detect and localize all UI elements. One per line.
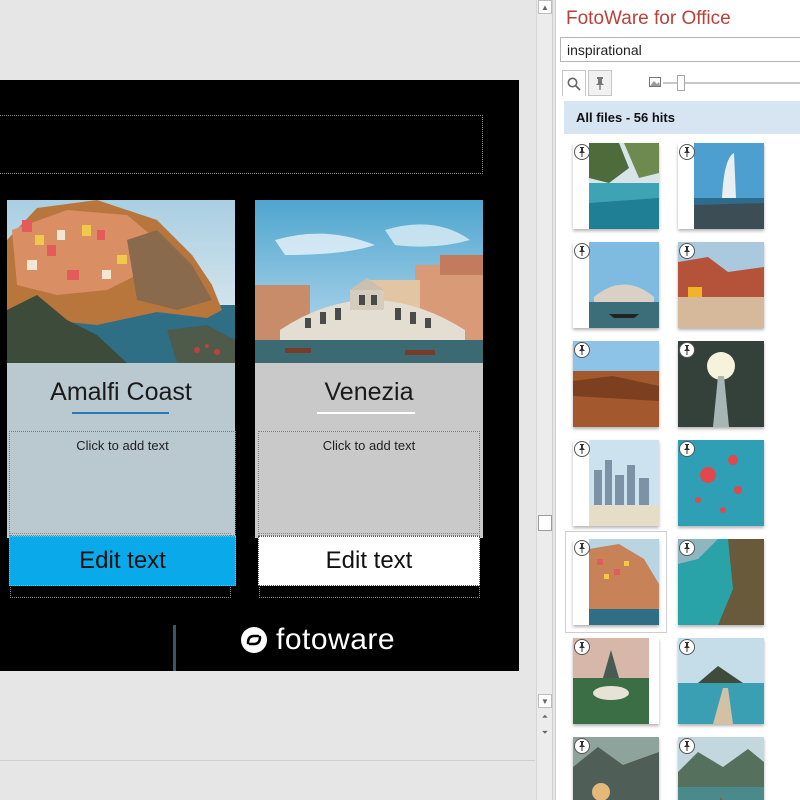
- image-size-icon: [649, 77, 661, 87]
- thumbnail-forest-bridge[interactable]: [678, 341, 764, 427]
- fotoware-task-pane: FotoWare for Office All files - 56 hits: [555, 0, 800, 800]
- thumbnail-buddha-statue[interactable]: [573, 638, 659, 724]
- pin-icon[interactable]: [574, 540, 590, 556]
- editor-vertical-scrollbar[interactable]: ▲ ▼ ⏶ ⏷: [536, 0, 553, 800]
- pin-icon[interactable]: [679, 342, 695, 358]
- amalfi-photo[interactable]: [7, 200, 235, 363]
- search-input[interactable]: [560, 37, 800, 62]
- thumbnail-canyon-sunset[interactable]: [573, 341, 659, 427]
- tab-search[interactable]: [562, 70, 586, 96]
- pin-icon[interactable]: [679, 738, 695, 754]
- pin-icon[interactable]: [679, 243, 695, 259]
- thumbnail-venice-gondola[interactable]: [573, 242, 659, 328]
- thumbnail-hot-air-balloons[interactable]: [678, 440, 764, 526]
- venezia-text-placeholder-label: Click to add text: [322, 438, 416, 453]
- pin-icon[interactable]: [574, 144, 590, 160]
- slider-thumb[interactable]: [677, 75, 685, 91]
- venezia-text-placeholder[interactable]: Click to add text: [258, 431, 480, 536]
- amalfi-text-placeholder-label: Click to add text: [76, 438, 169, 453]
- scroll-down-button[interactable]: ▼: [538, 694, 552, 708]
- double-chevron-down-icon: ⏷: [541, 728, 549, 737]
- slide-canvas[interactable]: Amalfi Coast Click to add text Edit text: [0, 80, 519, 671]
- double-chevron-up-icon: ⏶: [541, 712, 549, 721]
- thumbnail-lake-boat[interactable]: [678, 737, 764, 800]
- venezia-edit-text-button[interactable]: Edit text: [258, 536, 480, 586]
- scroll-up-button[interactable]: ▲: [538, 0, 552, 14]
- results-header: All files - 56 hits: [564, 101, 800, 134]
- thumbnail-size-slider[interactable]: [649, 72, 800, 94]
- chevron-down-icon: ▼: [541, 696, 549, 706]
- fotoware-logo: fotoware: [240, 623, 395, 657]
- amalfi-edit-text-button[interactable]: Edit text: [9, 536, 236, 586]
- venezia-photo[interactable]: [255, 200, 483, 363]
- pane-title: FotoWare for Office: [566, 8, 731, 29]
- chevron-up-icon: ▲: [541, 2, 549, 12]
- pin-icon[interactable]: [679, 144, 695, 160]
- pin-icon[interactable]: [679, 540, 695, 556]
- editor-status-divider: [0, 760, 535, 761]
- venezia-card-body: Venezia Click to add text: [255, 363, 483, 538]
- fotoware-logo-text: fotoware: [276, 623, 396, 656]
- thumbnail-dubai-burj-al-arab[interactable]: [678, 143, 764, 229]
- amalfi-heading[interactable]: Amalfi Coast: [7, 378, 235, 407]
- pin-icon[interactable]: [574, 441, 590, 457]
- next-slide-button[interactable]: ⏷: [538, 726, 552, 740]
- pin-icon: [596, 77, 604, 90]
- pin-icon[interactable]: [679, 639, 695, 655]
- search-icon: [567, 77, 581, 91]
- pin-icon[interactable]: [574, 639, 590, 655]
- pin-icon[interactable]: [574, 738, 590, 754]
- venezia-heading-underline: [317, 412, 415, 414]
- thumbnail-coastal-cliff[interactable]: [678, 539, 764, 625]
- amalfi-heading-underline: [72, 412, 169, 414]
- slide-divider-line: [173, 625, 176, 671]
- scrollbar-thumb[interactable]: [538, 515, 552, 531]
- amalfi-text-placeholder[interactable]: Click to add text: [9, 431, 236, 536]
- venezia-heading[interactable]: Venezia: [255, 378, 483, 407]
- thumbnail-desert-road-car[interactable]: [678, 242, 764, 328]
- thumbnail-infinity-pool[interactable]: [573, 143, 659, 229]
- pin-icon[interactable]: [574, 243, 590, 259]
- slide-editor: Amalfi Coast Click to add text Edit text: [0, 0, 535, 800]
- tab-pinned[interactable]: [588, 70, 612, 96]
- thumbnail-woman-mountains[interactable]: [573, 737, 659, 800]
- title-placeholder[interactable]: [0, 115, 483, 174]
- previous-slide-button[interactable]: ⏶: [538, 710, 552, 724]
- thumbnail-city-skyline[interactable]: [573, 440, 659, 526]
- thumbnail-island-pier[interactable]: [678, 638, 764, 724]
- thumbnail-cinque-terre[interactable]: [565, 531, 667, 633]
- amalfi-card-body: Amalfi Coast Click to add text: [7, 363, 236, 538]
- pin-icon[interactable]: [574, 342, 590, 358]
- pin-icon[interactable]: [679, 441, 695, 457]
- fotoware-logo-icon: [241, 627, 267, 653]
